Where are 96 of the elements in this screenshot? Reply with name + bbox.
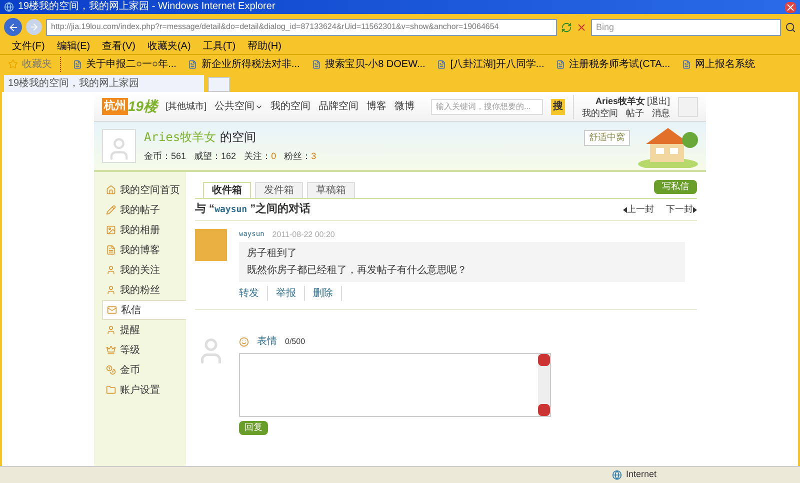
sidebar-item[interactable]: 账户设置 [102,380,186,400]
window-title: 19楼我的空间，我的网上家园 - Windows Internet Explorer [18,2,276,12]
profile-stat: 关注：0 [244,150,276,164]
folder-icon [106,385,116,395]
sidebar-item[interactable]: 我的关注 [102,260,186,280]
refresh-icon[interactable] [561,22,572,32]
menu-item[interactable]: 编辑(E) [56,42,90,52]
left-triangle-icon [623,206,627,212]
back-arrow-icon [8,22,18,32]
favorite-link[interactable]: 注册税务师考试(CTA... [556,56,670,72]
sidebar-item[interactable]: 我的空间首页 [102,180,186,200]
message-subject: 房子租到了 [247,246,298,261]
favorite-link[interactable]: [八卦江湖]开八同学... [437,56,544,72]
status-badge: 舒适中窝 [584,130,630,146]
profile-stat: 粉丝：3 [284,150,316,164]
zone-indicator: Internet [612,468,792,482]
search-icon[interactable] [785,22,796,32]
emoji-icon[interactable] [239,336,249,346]
avatar-photo-placeholder [195,229,227,261]
browser-icon [4,2,14,12]
menu-item[interactable]: 帮助(H) [248,42,282,52]
message-body: 既然你房子都已经租了，再发帖子有什么意思呢？ [247,264,468,278]
document-icon [106,245,116,255]
browser-tab[interactable]: 19楼我的空间，我的网上家园 [4,75,204,92]
globe-icon [612,470,622,480]
user-link[interactable]: 帖子 [626,106,644,118]
person-icon [106,285,116,295]
city-switch-link[interactable]: [其他城市] [166,100,207,114]
mailbox-tab[interactable]: 发件箱 [255,182,303,198]
person-icon [106,265,116,275]
right-triangle-icon [693,206,697,212]
character-count: 0/500 [285,336,306,348]
menu-item[interactable]: 文件(F) [12,42,45,52]
message-time: 2011-08-22 00:20 [272,229,335,240]
profile-title: 的空间 [220,129,256,146]
sidebar-item[interactable]: 我的相册 [102,220,186,240]
sidebar-item[interactable]: 私信 [102,300,186,320]
mail-icon [107,305,117,315]
user-link[interactable]: 我的空间 [582,106,618,118]
message-action-link[interactable]: 删除 [313,286,342,301]
home-icon [106,185,116,195]
crown-icon [106,345,116,355]
next-link[interactable]: 下一封 [666,202,697,216]
page-icon [188,60,198,68]
username[interactable]: Aries牧羊女 [595,94,645,106]
nav-link[interactable]: 博客 [366,99,387,114]
nav-link[interactable]: 我的空间 [270,99,311,114]
page-icon [556,60,566,68]
page-icon [312,60,321,68]
mailbox-tab[interactable]: 草稿箱 [307,182,355,198]
site-search-field[interactable]: 输入关键词，搜你想要的... [431,98,543,114]
previous-link[interactable]: 上一封 [623,202,654,216]
search-field[interactable]: Bing [591,18,781,36]
forward-arrow-icon [29,22,39,32]
address-field[interactable]: http://jia.19lou.com/index.php?r=message/detail&do=detail&dialog_id=87133624&rUid=11562301&v=show&anchor=19064654 [46,18,557,36]
nav-link[interactable]: 公共空间 [214,99,263,114]
close-icon[interactable] [785,2,796,12]
back-button[interactable] [4,18,22,36]
menu-item[interactable]: 查看(V) [102,42,136,52]
favorite-link[interactable]: 关于申报二○一○年... [73,56,176,72]
favorite-link[interactable]: 搜索宝贝-小8 DOEW... [312,56,426,72]
sidebar-item[interactable]: 金币 [102,360,186,380]
avatar-placeholder [102,129,136,163]
page-icon [73,60,82,68]
person-icon [106,325,116,335]
user-link[interactable]: 消息 [652,106,670,118]
pencil-icon [106,205,116,215]
page-icon [437,60,446,68]
favorite-link[interactable]: 网上报名系统 [682,56,756,72]
menu-item[interactable]: 工具(T) [202,42,236,52]
favorite-link[interactable]: 新企业所得税法对非... [188,56,300,72]
star-icon [8,59,18,69]
coins-icon [106,365,116,375]
profile-stat: 金币：561 [144,150,186,164]
sidebar-item[interactable]: 我的粉丝 [102,280,186,300]
mailbox-tab[interactable]: 收件箱 [203,182,251,198]
conversation-title: 与 “waysun ”之间的对话 [195,202,311,218]
profile-name: Aries牧羊女 [144,129,216,146]
message-action-link[interactable]: 举报 [276,286,305,301]
sidebar-item[interactable]: 我的博客 [102,240,186,260]
page-icon [682,60,692,68]
nav-link[interactable]: 品牌空间 [318,99,359,114]
image-icon [106,225,116,235]
menu-item[interactable]: 收藏夹(A) [147,42,191,52]
profile-stat: 威望：162 [194,150,236,164]
nav-link[interactable]: 微博 [394,99,415,114]
message-action-link[interactable]: 转发 [239,286,268,301]
logout-link[interactable]: [退出] [646,94,670,106]
sidebar-item[interactable]: 等级 [102,340,186,360]
avatar-placeholder [678,96,698,116]
sidebar-item[interactable]: 我的帖子 [102,200,186,220]
stop-icon[interactable] [576,22,587,32]
site-search-button[interactable]: 搜 [551,98,565,114]
sidebar-item[interactable]: 提醒 [102,320,186,340]
emoji-link[interactable]: 表情 [257,334,277,349]
scrollbar[interactable] [538,354,550,416]
